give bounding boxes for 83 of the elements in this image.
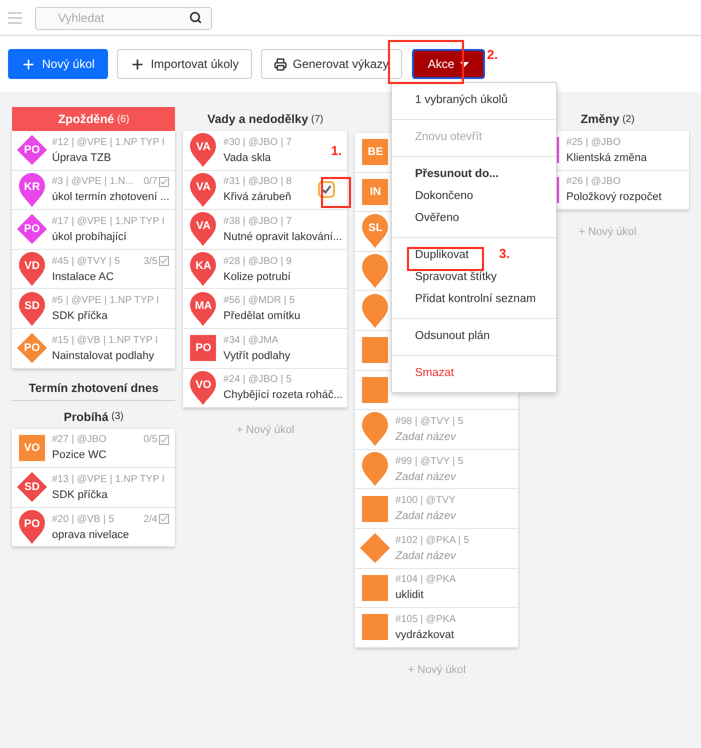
column-title: Probíhá xyxy=(64,408,108,426)
marker-label: VO xyxy=(195,378,212,393)
column-title: Zpožděné xyxy=(58,111,114,128)
task-meta: #98 | @TVY | 5 xyxy=(395,414,464,429)
task-title: Úprava TZB xyxy=(52,150,112,166)
task-meta: #100 | @TVY xyxy=(395,494,456,508)
column-title: Termín zhotovení dnes xyxy=(28,380,159,398)
marker-label: VD xyxy=(24,259,40,274)
marker-label: PO xyxy=(195,341,212,356)
task-meta: #13 | @VPE | 1.NP TYP I xyxy=(52,472,165,487)
task-meta: #5 | @VPE | 1.NP TYP I xyxy=(52,294,160,308)
task-meta: #38 | @JBO | 7 xyxy=(223,214,292,229)
task-meta: #28 | @JBO | 9 xyxy=(223,254,292,269)
marker-label: MA xyxy=(194,298,212,314)
task-title: Kolize potrubí xyxy=(223,270,291,285)
task-meta: #15 | @VB | 1.NP TYP I xyxy=(52,334,158,348)
task-title: Chybějící rozeta roháč... xyxy=(223,388,343,404)
task-title: úkol termín zhotovení ... xyxy=(52,190,170,206)
marker-label: PO xyxy=(24,222,40,238)
marker-label: BE xyxy=(368,145,384,160)
column-count: (6) xyxy=(117,112,130,126)
task-meta: #24 | @JBO | 5 xyxy=(223,373,292,388)
marker-label: VO xyxy=(24,440,40,456)
task-title: Nainstalovat podlahy xyxy=(52,348,154,364)
task-meta: #30 | @JBO | 7 xyxy=(223,136,292,150)
task-title: Křivá zárubeň xyxy=(223,190,292,206)
task-title: vydrázkovat xyxy=(395,628,454,643)
annotation-number: 3. xyxy=(499,245,510,263)
task-meta: #27 | @JBO xyxy=(52,433,106,448)
task-title: Zadat název xyxy=(395,430,456,445)
task-title: Vytřít podlahy xyxy=(223,348,290,364)
task-meta: #56 | @MDR | 5 xyxy=(223,294,295,308)
column-count: (3) xyxy=(111,410,124,424)
task-title: Zadat název xyxy=(395,548,456,564)
checklist-count: 0/5 xyxy=(143,433,158,448)
task-title: úkol probíhající xyxy=(52,230,127,245)
task-title: uklidit xyxy=(395,588,424,604)
marker-label: PO xyxy=(24,517,40,532)
task-meta: #31 | @JBO | 8 xyxy=(223,175,292,190)
marker-label: VA xyxy=(196,219,211,234)
task-title: Vada skla xyxy=(223,150,271,166)
task-meta: #20 | @VB | 5 xyxy=(52,512,114,527)
column-title: Změny xyxy=(580,111,620,128)
task-meta: #3 | @VPE | 1.N... xyxy=(52,175,134,190)
marker-label: VA xyxy=(196,140,211,156)
task-meta: #26 | @JBO xyxy=(566,175,621,190)
annotation-number: 2. xyxy=(487,46,498,64)
marker-label: IN xyxy=(370,184,381,200)
column-title: Vady a nedodělky xyxy=(207,111,308,128)
marker-label: PO xyxy=(24,341,40,356)
task-meta: #25 | @JBO xyxy=(566,136,621,150)
task-title: Nutné opravit lakování... xyxy=(223,230,342,245)
column-count: (2) xyxy=(622,112,635,126)
task-title: Pozice WC xyxy=(52,448,106,464)
marker-label: SD xyxy=(24,298,40,314)
task-title: Předělat omítku xyxy=(223,309,300,324)
marker-label: VA xyxy=(196,180,211,195)
column-count: (7) xyxy=(311,112,324,126)
task-meta: #99 | @TVY | 5 xyxy=(395,454,464,469)
task-title: SDK příčka xyxy=(52,309,108,324)
task-meta: #45 | @TVY | 5 xyxy=(52,254,120,269)
task-meta: #104 | @PKA xyxy=(395,573,456,588)
task-meta: #12 | @VPE | 1.NP TYP I xyxy=(52,136,165,150)
task-meta: #17 | @VPE | 1.NP TYP I xyxy=(52,214,165,229)
marker-label: KA xyxy=(195,259,212,274)
marker-label: PO xyxy=(24,143,40,158)
task-title: Klientská změna xyxy=(566,150,647,166)
marker-label: SL xyxy=(368,221,382,236)
checklist-count: 2/4 xyxy=(143,512,158,527)
task-meta: #102 | @PKA | 5 xyxy=(395,534,470,548)
task-meta: #105 | @PKA xyxy=(395,612,456,627)
task-meta: #34 | @JMA xyxy=(223,334,278,348)
task-title: Instalace AC xyxy=(52,270,114,285)
task-title: Položkový rozpočet xyxy=(566,190,662,206)
marker-label: SD xyxy=(24,480,40,496)
task-title: SDK příčka xyxy=(52,488,108,503)
checklist-count: 0/7 xyxy=(143,175,158,190)
task-title: Zadat název xyxy=(395,509,456,524)
annotation-number: 1. xyxy=(331,142,342,160)
checklist-count: 3/5 xyxy=(143,254,158,269)
task-title: oprava nivelace xyxy=(52,528,130,543)
task-title: Zadat název xyxy=(395,470,456,485)
marker-label: KR xyxy=(24,180,40,195)
